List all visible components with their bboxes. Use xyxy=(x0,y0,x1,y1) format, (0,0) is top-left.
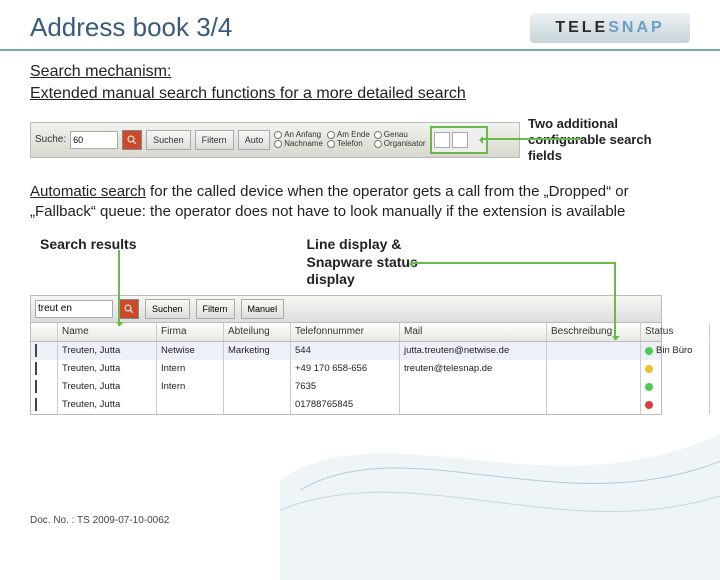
slide-header: Address book 3/4 TELESNAP xyxy=(0,0,720,51)
extra-field-2[interactable] xyxy=(452,132,468,148)
col-telefon[interactable]: Telefonnummer xyxy=(291,323,400,341)
cell-firma: Intern xyxy=(157,378,224,396)
cell-abteilung xyxy=(224,396,291,414)
cell-abteilung: Marketing xyxy=(224,342,291,360)
cell-beschreibung xyxy=(547,396,641,414)
cell-telefon: 544 xyxy=(291,342,400,360)
cell-firma xyxy=(157,396,224,414)
col-mail[interactable]: Mail xyxy=(400,323,547,341)
match-right-radios: Genau Organisator xyxy=(374,131,426,149)
col-status[interactable]: Status xyxy=(641,323,710,341)
auto-button[interactable]: Auto xyxy=(238,130,271,150)
col-name[interactable]: Name xyxy=(58,323,157,341)
auto-search-paragraph: Automatic search for the called device w… xyxy=(30,182,690,223)
doc-number: Doc. No. : TS 2009-07-10-0062 xyxy=(30,515,169,526)
results-search-input[interactable] xyxy=(35,300,113,318)
radio-organisator[interactable] xyxy=(374,140,382,148)
table-header-row: Name Firma Abteilung Telefonnummer Mail … xyxy=(31,322,661,342)
radio-genau[interactable] xyxy=(374,131,382,139)
cell-beschreibung xyxy=(547,342,641,360)
extra-field-1[interactable] xyxy=(434,132,450,148)
table-row[interactable]: Treuten, JuttaIntern 7635 xyxy=(31,378,661,396)
col-beschreibung[interactable]: Beschreibung xyxy=(547,323,641,341)
cell-firma: Intern xyxy=(157,360,224,378)
search-input[interactable] xyxy=(70,131,118,149)
match-position-radios: An Anfang Nachname xyxy=(274,131,323,149)
cell-abteilung xyxy=(224,378,291,396)
status-dot-icon xyxy=(645,365,653,373)
match-middle-radios: Am Ende Telefon xyxy=(327,131,370,149)
table-row[interactable]: Treuten, JuttaIntern +49 170 658-656treut… xyxy=(31,360,661,378)
cell-telefon: 01788765845 xyxy=(291,396,400,414)
search-toolbar-extended: Suche: Suchen Filtern Auto An Anfang Nac… xyxy=(30,122,520,158)
cell-name: Treuten, Jutta xyxy=(58,396,157,414)
cell-mail xyxy=(400,378,547,396)
radio-ende[interactable] xyxy=(327,131,335,139)
results-table: Suchen Filtern Manuel Name Firma Abteilu… xyxy=(30,295,662,415)
callout-arrow-results xyxy=(118,250,120,326)
callout-extra-fields: Two additional configurable search field… xyxy=(528,116,678,165)
col-firma[interactable]: Firma xyxy=(157,323,224,341)
cell-abteilung xyxy=(224,360,291,378)
row-line-icon xyxy=(31,342,58,360)
label-search-results: Search results xyxy=(40,236,137,289)
section-subheading: Search mechanism: Extended manual search… xyxy=(30,61,690,106)
col-abteilung[interactable]: Abteilung xyxy=(224,323,291,341)
row-line-icon xyxy=(31,360,58,378)
radio-nachname[interactable] xyxy=(274,140,282,148)
search-label: Suche: xyxy=(35,134,66,145)
cell-status: Bin Büro xyxy=(641,342,710,360)
table-row[interactable]: Treuten, JuttaNetwiseMarketing544jutta.t… xyxy=(31,342,661,360)
cell-beschreibung xyxy=(547,378,641,396)
row-line-icon xyxy=(31,396,58,414)
row-line-icon xyxy=(31,378,58,396)
status-dot-icon xyxy=(645,383,653,391)
cell-name: Treuten, Jutta xyxy=(58,360,157,378)
cell-firma: Netwise xyxy=(157,342,224,360)
cell-telefon: +49 170 658-656 xyxy=(291,360,400,378)
radio-telefon[interactable] xyxy=(327,140,335,148)
suchen-button[interactable]: Suchen xyxy=(146,130,191,150)
callout-arrow-status xyxy=(411,262,616,264)
cell-telefon: 7635 xyxy=(291,378,400,396)
cell-status xyxy=(641,360,710,378)
cell-status xyxy=(641,396,710,414)
callout-arrow-extra-fields xyxy=(481,138,581,140)
cell-beschreibung xyxy=(547,360,641,378)
cell-status xyxy=(641,378,710,396)
cell-name: Treuten, Jutta xyxy=(58,378,157,396)
results-toolbar: Suchen Filtern Manuel xyxy=(31,296,661,322)
search-icon-button[interactable] xyxy=(122,130,142,150)
status-dot-icon xyxy=(645,347,653,355)
telesnap-logo: TELESNAP xyxy=(530,13,690,43)
results-search-icon-button[interactable] xyxy=(119,299,139,319)
results-manual-button[interactable]: Manuel xyxy=(241,299,285,319)
radio-anfang[interactable] xyxy=(274,131,282,139)
results-filtern-button[interactable]: Filtern xyxy=(196,299,235,319)
filtern-button[interactable]: Filtern xyxy=(195,130,234,150)
cell-mail: jutta.treuten@netwise.de xyxy=(400,342,547,360)
cell-mail xyxy=(400,396,547,414)
cell-name: Treuten, Jutta xyxy=(58,342,157,360)
cell-mail: treuten@telesnap.de xyxy=(400,360,547,378)
page-title: Address book 3/4 xyxy=(30,12,232,43)
results-suchen-button[interactable]: Suchen xyxy=(145,299,190,319)
table-row[interactable]: Treuten, Jutta 01788765845 xyxy=(31,396,661,414)
status-dot-icon xyxy=(645,401,653,409)
